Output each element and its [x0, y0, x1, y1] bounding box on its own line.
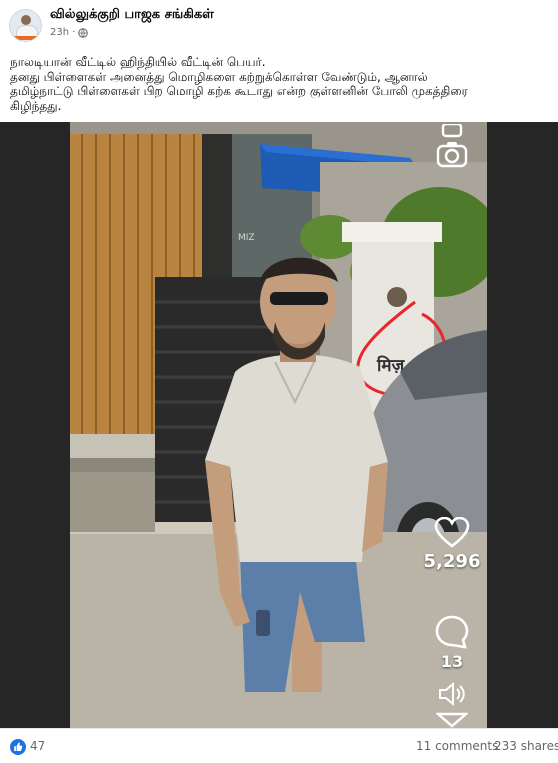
video-actions-rail: 5,296 13	[417, 122, 487, 728]
comment-button[interactable]: 13	[417, 614, 487, 671]
post-timestamp[interactable]: 23h	[50, 27, 69, 38]
share-button[interactable]	[417, 712, 487, 728]
page-name[interactable]: வில்லுக்குறி பாஜக சங்கிகள்	[50, 7, 214, 23]
post-media[interactable]: MIZ मिज़ 5,296 13	[0, 122, 558, 728]
post-line: கிழிந்தது.	[10, 98, 62, 113]
post-footer: 47 11 comments 233 shares	[0, 728, 558, 763]
comments-link[interactable]: 11 comments	[416, 739, 498, 753]
page-avatar[interactable]	[9, 9, 42, 42]
post-line: தனது பிள்ளைகள் அனைத்து மொழிகளை கற்றுக்கொ…	[10, 69, 428, 84]
heart-icon	[434, 517, 470, 548]
like-button[interactable]: 5,296	[417, 517, 487, 572]
camera-icon	[436, 124, 468, 168]
shares-link[interactable]: 233 shares	[494, 739, 558, 753]
post-text: நாலடியான் வீட்டில் ஹிந்தியில் வீட்டின் ப…	[10, 55, 550, 113]
comment-icon	[435, 615, 469, 649]
meta-separator: ·	[72, 27, 76, 38]
post-header: வில்லுக்குறி பாஜக சங்கிகள் 23h ·	[0, 0, 558, 48]
post-meta: 23h ·	[50, 27, 89, 38]
video-frame[interactable]: MIZ मिज़ 5,296 13	[70, 122, 487, 728]
camera-button[interactable]	[417, 124, 487, 168]
post-card: வில்லுக்குறி பாஜக சங்கிகள் 23h · நாலடியா…	[0, 0, 558, 763]
volume-icon	[439, 682, 465, 706]
reaction-count[interactable]: 47	[30, 739, 45, 753]
like-count: 5,296	[423, 551, 481, 572]
post-line: தமிழ்நாட்டு பிள்ளைகள் பிற மொழி கற்க கூடா…	[10, 84, 468, 98]
post-line: நாலடியான் வீட்டில் ஹிந்தியில் வீட்டின் ப…	[10, 55, 266, 69]
globe-icon	[78, 27, 89, 38]
wall-letters: MIZ	[238, 233, 255, 243]
volume-button[interactable]	[417, 682, 487, 706]
share-icon	[436, 712, 468, 728]
like-icon[interactable]	[10, 739, 26, 755]
comment-count: 13	[440, 652, 464, 671]
